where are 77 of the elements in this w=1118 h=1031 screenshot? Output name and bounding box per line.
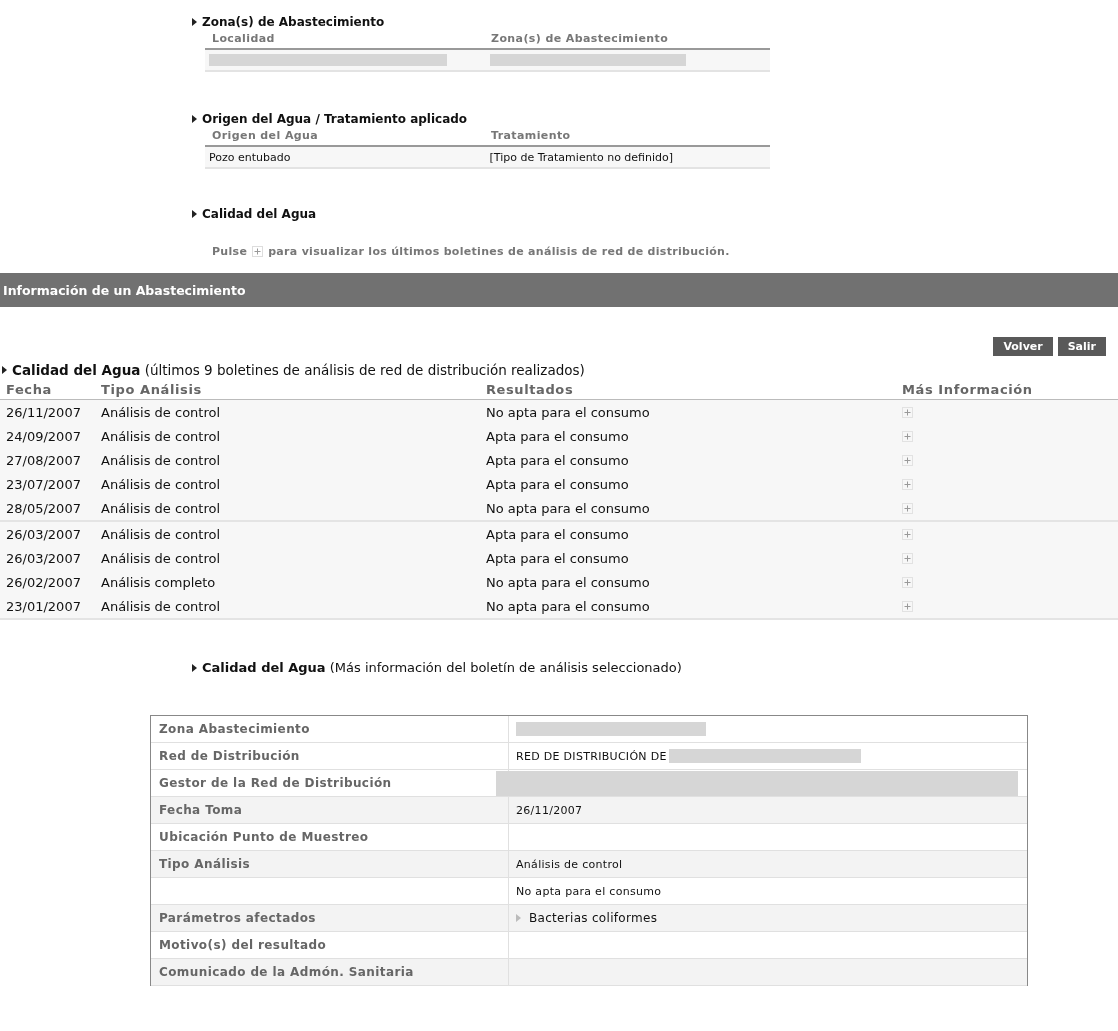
field-label: Parámetros afectados: [159, 911, 316, 925]
hint-text: para visualizar los últimos boletines de análisis de red de distribución.: [268, 245, 730, 258]
expand-icon[interactable]: [902, 479, 913, 490]
expand-icon[interactable]: [902, 455, 913, 466]
table-cell-text: Apta para el consumo: [486, 453, 630, 468]
table-cell-text: Análisis de control: [101, 527, 222, 542]
table-cell-text: Apta para el consumo: [486, 551, 630, 566]
header-title: Información de un Abastecimiento: [3, 282, 246, 298]
field-value: Análisis de control: [516, 857, 623, 871]
table-cell-text: Apta para el consumo: [486, 429, 630, 444]
table-cell-text: No apta para el consumo: [486, 501, 651, 516]
table-cell-text: No apta para el consumo: [486, 405, 651, 420]
table-cell-text: 28/05/2007: [6, 501, 82, 516]
table-cell-text: 26/03/2007: [6, 527, 82, 542]
section-title: Calidad del Agua (Más información del boletín de análisis seleccionado): [202, 660, 682, 675]
section-title: Zona(s) de Abastecimiento: [202, 15, 385, 29]
field-label: Zona Abastecimiento: [159, 722, 310, 736]
table-cell-text: Análisis completo: [101, 575, 217, 590]
table-cell-text: 26/02/2007: [6, 575, 82, 590]
field-value: 26/11/2007: [516, 803, 583, 817]
column-header: Origen del Agua: [212, 129, 320, 142]
field-label: Tipo Análisis: [159, 857, 251, 871]
field-label: Motivo(s) del resultado: [159, 938, 327, 952]
expand-icon[interactable]: [252, 246, 264, 257]
field-value: No apta para el consumo: [516, 884, 662, 898]
field-value: RED DE DISTRIBUCIÓN DE: [516, 749, 667, 763]
table-cell-text: Apta para el consumo: [486, 527, 630, 542]
table-cell-text: 23/01/2007: [6, 599, 82, 614]
section-title: Origen del Agua / Tratamiento aplicado: [202, 112, 468, 126]
table-cell-text: Análisis de control: [101, 501, 222, 516]
triangle-icon: [2, 366, 7, 374]
column-header: Resultados: [486, 382, 575, 397]
triangle-icon: [192, 210, 197, 218]
table-cell-text: No apta para el consumo: [486, 599, 651, 614]
table-cell-text: 24/09/2007: [6, 429, 82, 444]
table-cell-text: 27/08/2007: [6, 453, 82, 468]
table-cell-text: Análisis de control: [101, 477, 222, 492]
field-label: Red de Distribución: [159, 749, 300, 763]
field-label: Fecha Toma: [159, 803, 243, 817]
field-label: Ubicación Punto de Muestreo: [159, 830, 369, 844]
triangle-icon: [516, 914, 521, 922]
expand-icon[interactable]: [902, 553, 913, 564]
table-cell-text: Apta para el consumo: [486, 477, 630, 492]
triangle-icon: [192, 663, 197, 672]
table-cell: Pozo entubado: [209, 150, 291, 164]
expand-icon[interactable]: [902, 431, 913, 442]
field-label: Comunicado de la Admón. Sanitaria: [159, 965, 414, 979]
expand-icon[interactable]: [902, 529, 913, 540]
column-header: Más Información: [902, 382, 1034, 397]
table-cell-text: 23/07/2007: [6, 477, 82, 492]
column-header: Tipo Análisis: [101, 382, 203, 397]
table-cell-text: Análisis de control: [101, 405, 222, 420]
column-header: Localidad: [212, 32, 276, 45]
section-title: Calidad del Agua (últimos 9 boletines de análisis de red de distribución realizados): [12, 362, 585, 378]
table-cell-text: Análisis de control: [101, 599, 222, 614]
exit-button[interactable]: Salir: [1057, 337, 1106, 356]
expand-icon[interactable]: [902, 577, 913, 588]
expand-icon[interactable]: [902, 503, 913, 514]
triangle-icon: [192, 115, 197, 123]
section-title: Calidad del Agua: [202, 207, 317, 221]
field-label: Gestor de la Red de Distribución: [159, 776, 392, 790]
back-button[interactable]: Volver: [993, 337, 1053, 356]
column-header: Fecha: [6, 382, 53, 397]
table-cell-text: Análisis de control: [101, 429, 222, 444]
table-cell-text: Análisis de control: [101, 551, 222, 566]
table-cell-text: No apta para el consumo: [486, 575, 651, 590]
triangle-icon: [192, 18, 197, 26]
column-header: Zona(s) de Abastecimiento: [491, 32, 670, 45]
column-header: Tratamiento: [491, 129, 572, 142]
table-cell-text: Análisis de control: [101, 453, 222, 468]
expand-icon[interactable]: [902, 407, 913, 418]
table-cell-text: 26/11/2007: [6, 405, 82, 420]
hint-text: Pulse: [212, 245, 248, 258]
table-cell-text: 26/03/2007: [6, 551, 82, 566]
field-value: Bacterias coliformes: [529, 911, 658, 925]
expand-icon[interactable]: [902, 601, 913, 612]
table-cell: [Tipo de Tratamiento no definido]: [489, 150, 674, 164]
